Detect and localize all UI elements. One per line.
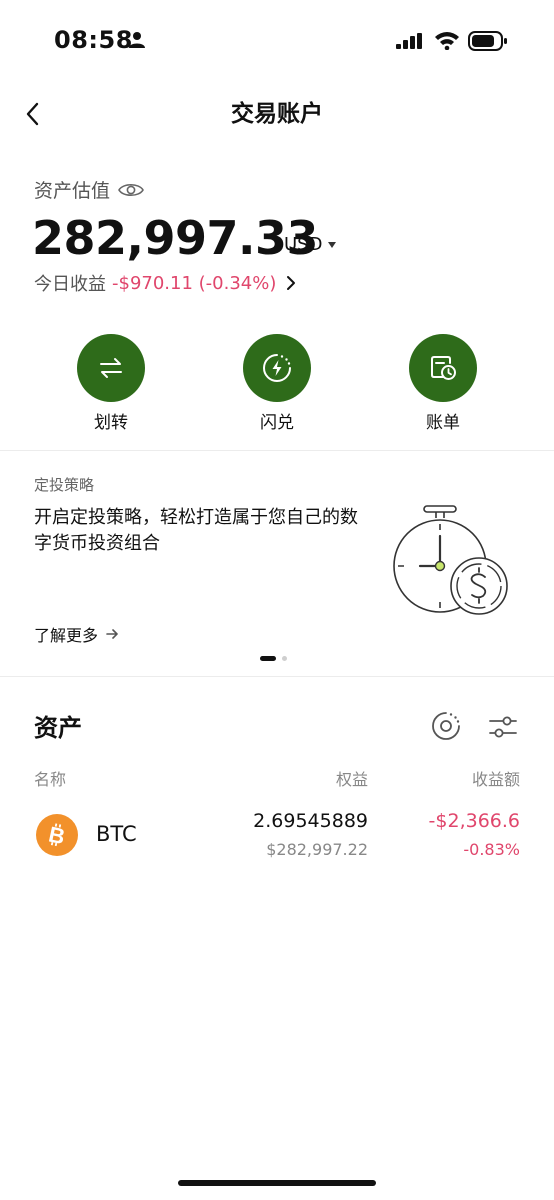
signal-icon bbox=[396, 33, 422, 49]
caret-down-icon bbox=[328, 241, 337, 248]
bill-icon-circle bbox=[409, 334, 477, 402]
filter-settings-icon[interactable] bbox=[488, 713, 518, 741]
flash-convert-icon-circle bbox=[243, 334, 311, 402]
arrow-right-icon bbox=[106, 629, 118, 639]
today-pnl-label: 今日收益 bbox=[34, 274, 106, 295]
page-title: 交易账户 bbox=[231, 101, 323, 127]
pnl-amount: -$2,366.6 bbox=[428, 810, 520, 832]
asset-valuation-label-row: 资产估值 bbox=[34, 176, 144, 203]
column-header-equity: 权益 bbox=[335, 770, 368, 789]
transfer-icon bbox=[100, 358, 122, 378]
bill-button[interactable]: 账单 bbox=[393, 334, 493, 433]
asset-row-btc[interactable]: B BTC 2.69545889 $282,997.22 -$2,366.6 -… bbox=[0, 800, 554, 872]
total-asset-value: 282,997.33 bbox=[32, 211, 319, 265]
today-pnl-value: -$970.11 (-0.34%) bbox=[112, 272, 277, 294]
divider bbox=[0, 676, 554, 677]
bitcoin-icon: B bbox=[47, 822, 68, 848]
stopwatch-coin-illustration bbox=[393, 505, 508, 615]
eye-icon[interactable] bbox=[118, 181, 144, 199]
battery-icon bbox=[468, 31, 507, 51]
equity-amount: 2.69545889 bbox=[253, 810, 368, 832]
flash-convert-button[interactable]: 闪兑 bbox=[227, 334, 327, 433]
flash-convert-icon bbox=[263, 354, 291, 382]
promo-tag: 定投策略 bbox=[34, 476, 95, 494]
learn-more-label: 了解更多 bbox=[34, 626, 99, 645]
btc-logo-icon: B bbox=[36, 814, 78, 856]
column-header-name: 名称 bbox=[34, 770, 67, 789]
coin-symbol: BTC bbox=[96, 822, 137, 846]
carousel-dot-active bbox=[260, 656, 276, 661]
status-bar: 08:58 bbox=[0, 0, 554, 84]
pnl-percent: -0.83% bbox=[463, 840, 520, 859]
asset-valuation-label: 资产估值 bbox=[34, 180, 111, 202]
promo-text: 开启定投策略，轻松打造属于您自己的数字货币投资组合 bbox=[34, 507, 358, 554]
status-time: 08:58 bbox=[54, 26, 133, 54]
transfer-label: 划转 bbox=[94, 413, 128, 433]
assets-section-title: 资产 bbox=[34, 714, 82, 742]
pie-chart-icon[interactable] bbox=[430, 710, 462, 742]
column-header-pnl: 收益额 bbox=[471, 770, 520, 789]
currency-selector[interactable]: USD bbox=[284, 234, 337, 255]
today-pnl-row[interactable]: 今日收益 -$970.11 (-0.34%) bbox=[34, 270, 296, 296]
transfer-button[interactable]: 划转 bbox=[61, 334, 161, 433]
bill-icon bbox=[431, 356, 456, 380]
transfer-icon-circle bbox=[77, 334, 145, 402]
wifi-icon bbox=[435, 32, 459, 50]
home-indicator bbox=[178, 1180, 376, 1186]
chevron-right-icon bbox=[287, 276, 296, 290]
bill-label: 账单 bbox=[426, 413, 460, 433]
currency-label: USD bbox=[284, 234, 323, 255]
equity-usd-value: $282,997.22 bbox=[266, 840, 368, 859]
person-icon bbox=[129, 32, 145, 48]
divider bbox=[0, 450, 554, 451]
carousel-dot bbox=[282, 656, 287, 661]
learn-more-link[interactable]: 了解更多 bbox=[34, 622, 118, 646]
flash-convert-label: 闪兑 bbox=[260, 413, 294, 433]
carousel-indicator bbox=[260, 656, 287, 661]
